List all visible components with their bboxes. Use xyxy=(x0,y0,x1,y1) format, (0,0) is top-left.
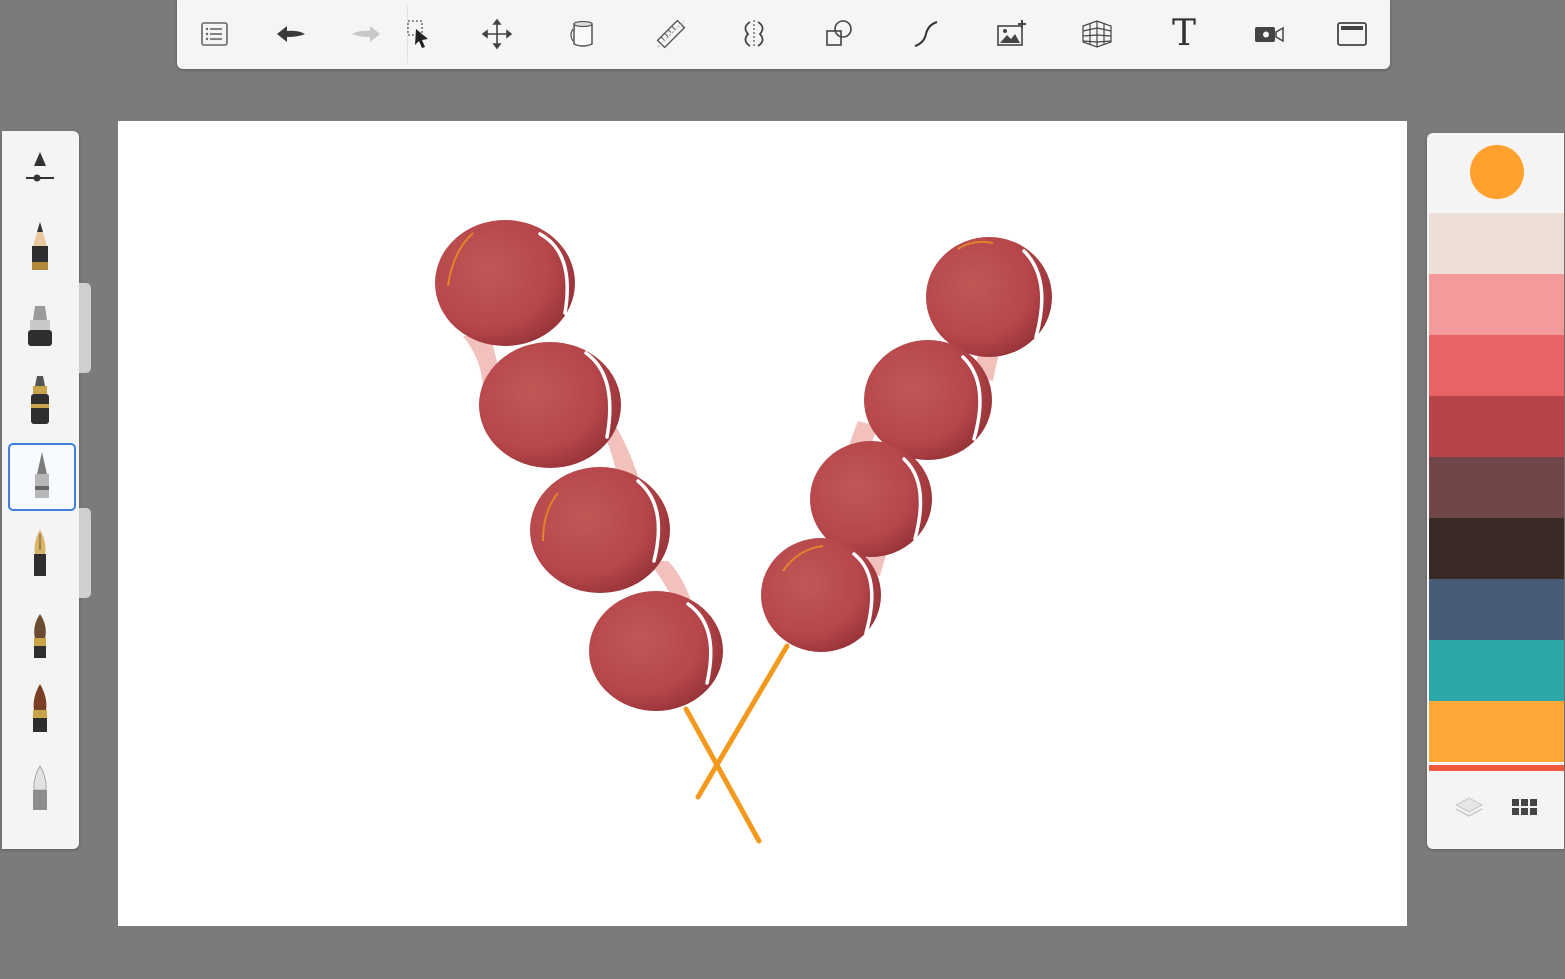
left-skewer xyxy=(435,220,723,711)
curve-icon xyxy=(914,21,938,47)
swatch-7[interactable] xyxy=(1429,579,1564,640)
marker-brush[interactable] xyxy=(8,295,72,359)
symmetry-button[interactable] xyxy=(732,12,776,56)
pencil-brush[interactable] xyxy=(8,215,72,279)
swatch-bar-indicator xyxy=(1429,765,1564,771)
undo-button[interactable] xyxy=(269,12,313,56)
brush-panel-handle-lower[interactable] xyxy=(79,508,91,598)
grid-icon xyxy=(1512,799,1537,815)
technical-pen-icon xyxy=(35,452,49,498)
perspective-button[interactable] xyxy=(1075,12,1119,56)
paint-brush[interactable] xyxy=(8,603,72,667)
curve-button[interactable] xyxy=(904,12,948,56)
fullscreen-button[interactable] xyxy=(1330,12,1374,56)
current-color-swatch[interactable] xyxy=(1470,145,1524,199)
fill-button[interactable] xyxy=(561,12,605,56)
drawing-canvas[interactable] xyxy=(118,121,1407,926)
brush-settings-icon xyxy=(26,152,54,182)
swatch-2[interactable] xyxy=(1429,274,1564,335)
candied-haws-artwork xyxy=(435,220,1052,844)
redo-icon xyxy=(352,26,380,42)
eraser-icon xyxy=(33,765,47,810)
redo-button[interactable] xyxy=(344,12,388,56)
swatch-8[interactable] xyxy=(1429,640,1564,701)
right-skewer xyxy=(761,237,1052,652)
fullscreen-icon xyxy=(1337,22,1367,46)
swatch-6[interactable] xyxy=(1429,518,1564,579)
symmetry-icon xyxy=(744,20,764,48)
pencil-icon xyxy=(32,222,48,270)
swatch-9[interactable] xyxy=(1429,701,1564,762)
record-button[interactable] xyxy=(1247,12,1291,56)
swatch-4[interactable] xyxy=(1429,396,1564,457)
swatch-5[interactable] xyxy=(1429,457,1564,518)
shape-icon xyxy=(826,20,852,46)
transform-button[interactable] xyxy=(475,12,519,56)
ruler-button[interactable] xyxy=(649,12,693,56)
airbrush-brush[interactable] xyxy=(8,369,72,433)
ruler-icon xyxy=(656,19,686,49)
menu-icon xyxy=(201,22,228,46)
brush-panel-handle-upper[interactable] xyxy=(79,283,91,373)
swatch-1[interactable] xyxy=(1429,213,1564,274)
image-add-icon xyxy=(997,20,1026,46)
image-add-button[interactable] xyxy=(990,12,1034,56)
brush-settings-button[interactable] xyxy=(8,135,72,199)
select-button[interactable] xyxy=(395,12,439,56)
undo-icon xyxy=(277,26,305,42)
fountain-pen-icon xyxy=(34,530,46,576)
technical-pen-brush[interactable] xyxy=(8,443,76,511)
text-button[interactable]: T xyxy=(1162,12,1206,56)
layers-button[interactable] xyxy=(1449,787,1489,827)
airbrush-icon xyxy=(31,376,49,424)
select-icon xyxy=(407,20,428,48)
ink-brush[interactable] xyxy=(8,677,72,741)
text-icon: T xyxy=(1171,13,1196,54)
top-toolbar: T xyxy=(177,0,1390,69)
grid-button[interactable] xyxy=(1505,787,1545,827)
brush-panel xyxy=(2,131,79,849)
fill-icon xyxy=(570,20,593,47)
layers-icon xyxy=(1454,797,1484,817)
paint-brush-icon xyxy=(34,614,46,658)
transform-icon xyxy=(481,18,513,50)
ink-brush-icon xyxy=(33,684,47,732)
menu-button[interactable] xyxy=(192,12,236,56)
shape-button[interactable] xyxy=(817,12,861,56)
fountain-pen-brush[interactable] xyxy=(8,523,72,587)
record-icon xyxy=(1255,26,1284,43)
eraser-brush[interactable] xyxy=(8,757,72,821)
color-palette xyxy=(1427,133,1564,849)
perspective-icon xyxy=(1082,20,1112,48)
marker-icon xyxy=(28,306,52,346)
swatch-3[interactable] xyxy=(1429,335,1564,396)
